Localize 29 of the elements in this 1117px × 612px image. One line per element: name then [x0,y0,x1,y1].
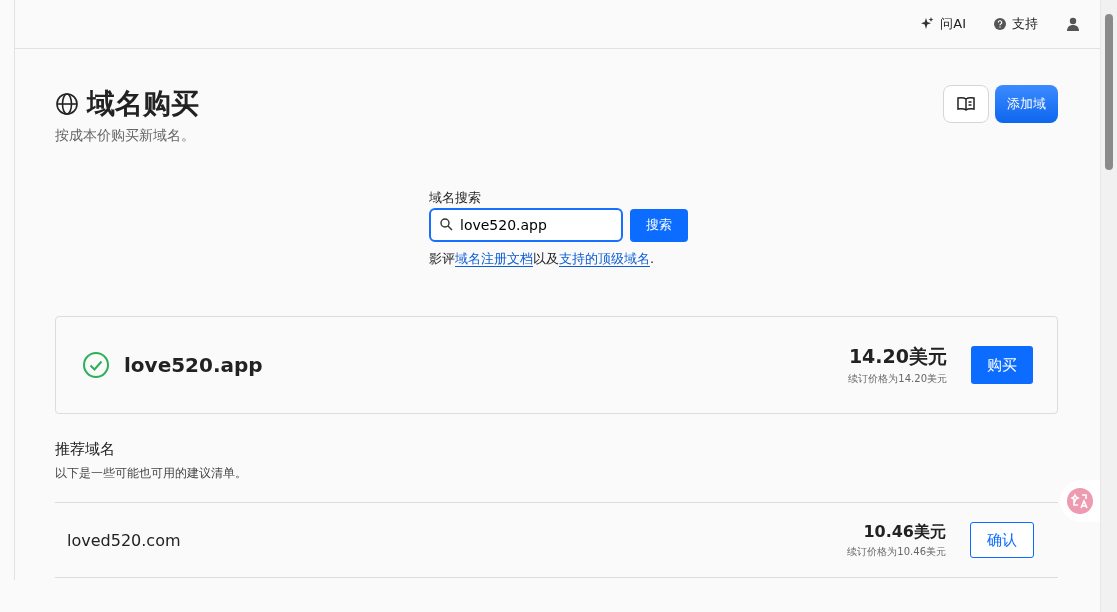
section-title: 推荐域名 [55,440,116,459]
price: 10.46美元 [863,521,946,543]
help-text: 以及 [533,251,559,266]
add-domain-button[interactable]: 添加域 [995,85,1058,123]
help-link[interactable]: 域名注册文档 [455,251,533,267]
support-link[interactable]: 支持 [994,15,1038,33]
book-icon [956,96,976,112]
page-subtitle: 按成本价购买新域名。 [55,127,196,145]
domain-name: love520.app [124,353,264,377]
ask-ai-link[interactable]: 问AI [920,15,966,33]
buy-button[interactable]: 购买 [971,346,1033,384]
page-title: 域名购买 [87,86,199,122]
docs-button[interactable] [943,85,989,123]
renewal-price: 续订价格为10.46美元 [847,544,946,559]
scrollbar-thumb[interactable] [1105,14,1113,170]
globe-icon [55,92,79,116]
help-text: . [650,251,655,266]
search-label: 域名搜索 [429,189,482,207]
renewal-price: 续订价格为14.20美元 [848,372,947,386]
help-text: 影评 [429,251,455,266]
price: 14.20美元 [848,344,947,369]
section-subtitle: 以下是一些可能也可用的建议清单。 [55,465,248,482]
domain-search-field[interactable]: love520.app [429,208,623,242]
confirm-button[interactable]: 确认 [970,522,1034,558]
user-icon[interactable] [1066,17,1080,31]
domain-name: loved520.com [67,530,182,550]
help-icon [994,18,1006,30]
help-link[interactable]: 支持的顶级域名 [559,251,650,267]
search-button[interactable]: 搜索 [630,208,688,242]
